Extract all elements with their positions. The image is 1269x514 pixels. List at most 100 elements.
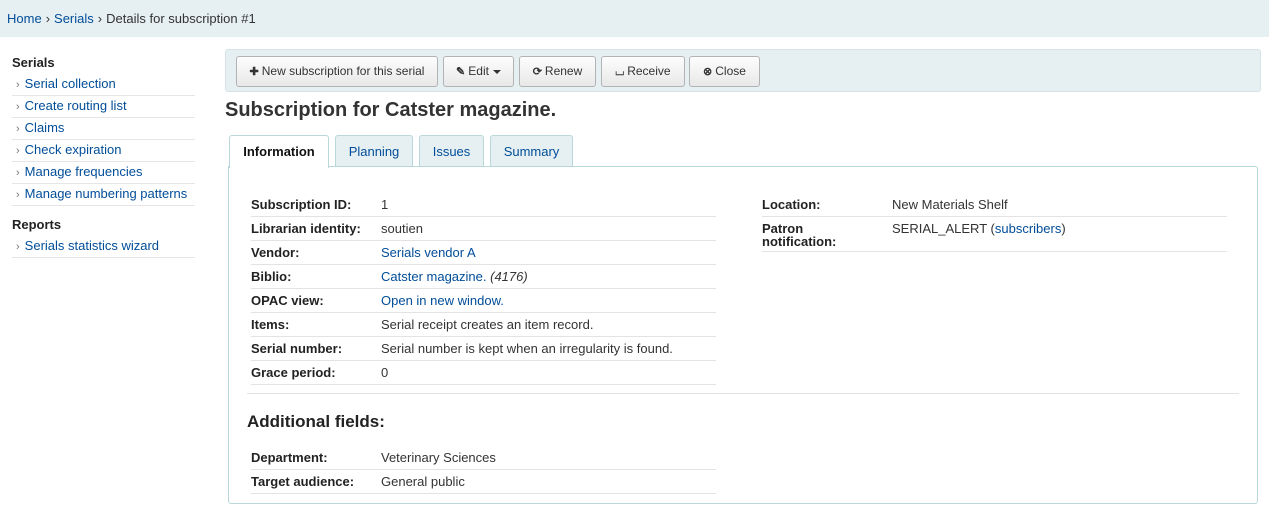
- new-subscription-label: New subscription for this serial: [261, 64, 425, 78]
- breadcrumb-home-link[interactable]: Home: [7, 11, 42, 26]
- detail-row-subscription-id: Subscription ID: 1: [251, 193, 716, 217]
- detail-value: soutien: [381, 221, 423, 236]
- detail-row-serial-number: Serial number: Serial number is kept whe…: [251, 337, 716, 361]
- sidebar-item-serials-statistics-wizard[interactable]: › Serials statistics wizard: [12, 236, 195, 258]
- sidebar-item-label[interactable]: Manage frequencies: [25, 164, 143, 179]
- sidebar-item-check-expiration[interactable]: › Check expiration: [12, 140, 195, 162]
- detail-row-opac: OPAC view: Open in new window.: [251, 289, 716, 313]
- new-subscription-button[interactable]: ✚ New subscription for this serial: [236, 56, 438, 87]
- detail-label: Biblio:: [251, 269, 292, 284]
- detail-row-patron-notification: Patron notification: SERIAL_ALERT (subscr…: [762, 217, 1227, 252]
- sidebar-item-manage-frequencies[interactable]: › Manage frequencies: [12, 162, 195, 184]
- close-circle-icon: ⊗: [703, 66, 713, 78]
- sidebar: Serials › Serial collection › Create routi…: [12, 56, 195, 266]
- detail-label: OPAC view:: [251, 293, 324, 308]
- subscription-details-right: Location: New Materials Shelf Patron noti…: [762, 193, 1227, 252]
- breadcrumb-separator: ›: [45, 11, 51, 26]
- detail-label: Grace period:: [251, 365, 336, 380]
- detail-row-location: Location: New Materials Shelf: [762, 193, 1227, 217]
- breadcrumb-separator: ›: [97, 11, 103, 26]
- breadcrumb: Home › Serials › Details for subscription #1: [0, 0, 1269, 37]
- sidebar-item-label[interactable]: Serials statistics wizard: [25, 238, 159, 253]
- biblio-link[interactable]: Catster magazine.: [381, 269, 487, 284]
- tab-information[interactable]: Information: [229, 135, 329, 168]
- detail-value: Serial number is kept when an irregulari…: [381, 341, 673, 356]
- refresh-icon: ⟳: [532, 66, 542, 78]
- detail-value: Veterinary Sciences: [381, 450, 496, 465]
- chevron-right-icon: ›: [16, 79, 20, 91]
- information-panel: Subscription ID: 1 Librarian identity: s…: [228, 166, 1258, 504]
- close-button[interactable]: ⊗ Close: [689, 56, 760, 87]
- vendor-link[interactable]: Serials vendor A: [381, 245, 476, 260]
- sidebar-heading-serials: Serials: [12, 55, 55, 70]
- sidebar-item-manage-numbering-patterns[interactable]: › Manage numbering patterns: [12, 184, 195, 206]
- chevron-right-icon: ›: [16, 189, 20, 201]
- close-label: Close: [715, 64, 746, 78]
- sidebar-item-create-routing-list[interactable]: › Create routing list: [12, 96, 195, 118]
- section-divider: [247, 393, 1239, 394]
- chevron-right-icon: ›: [16, 167, 20, 179]
- sidebar-item-label[interactable]: Check expiration: [25, 142, 122, 157]
- breadcrumb-serials-link[interactable]: Serials: [54, 11, 94, 26]
- plus-icon: ✚: [249, 66, 259, 78]
- inbox-icon: ⌴: [615, 66, 625, 78]
- detail-label: Vendor:: [251, 245, 300, 260]
- caret-down-icon: [492, 69, 501, 74]
- tab-planning[interactable]: Planning: [335, 135, 413, 167]
- opac-view-link[interactable]: Open in new window.: [381, 293, 504, 308]
- chevron-right-icon: ›: [16, 145, 20, 157]
- detail-row-librarian: Librarian identity: soutien: [251, 217, 716, 241]
- tab-issues[interactable]: Issues: [419, 135, 484, 167]
- pencil-icon: ✎: [456, 66, 466, 78]
- detail-label: Patron notification:: [762, 222, 892, 251]
- sidebar-reports-list: › Serials statistics wizard: [12, 236, 195, 258]
- edit-label: Edit: [468, 64, 489, 78]
- detail-row-department: Department: Veterinary Sciences: [251, 446, 716, 470]
- receive-button[interactable]: ⌴ Receive: [601, 56, 685, 87]
- paren-open: (: [986, 221, 995, 236]
- detail-label: Subscription ID:: [251, 197, 352, 212]
- biblio-number: (4176): [490, 269, 528, 284]
- sidebar-heading-reports: Reports: [12, 217, 62, 232]
- paren-close: ): [1061, 221, 1066, 236]
- detail-label: Target audience:: [251, 474, 355, 489]
- detail-value: 0: [381, 365, 389, 380]
- detail-row-grace-period: Grace period: 0: [251, 361, 716, 385]
- detail-label: Librarian identity:: [251, 221, 361, 236]
- detail-row-target-audience: Target audience: General public: [251, 470, 716, 494]
- sidebar-item-claims[interactable]: › Claims: [12, 118, 195, 140]
- additional-fields-list: Department: Veterinary Sciences Target a…: [251, 446, 716, 494]
- detail-row-biblio: Biblio: Catster magazine. (4176): [251, 265, 716, 289]
- chevron-right-icon: ›: [16, 241, 20, 253]
- patron-notification-value: SERIAL_ALERT: [892, 221, 987, 236]
- detail-label: Serial number:: [251, 341, 343, 356]
- detail-value: Serial receipt creates an item record.: [381, 317, 594, 332]
- breadcrumb-current: Details for subscription #1: [106, 11, 256, 26]
- additional-fields-heading: Additional fields:: [247, 412, 385, 431]
- renew-button[interactable]: ⟳ Renew: [519, 56, 596, 87]
- renew-label: Renew: [544, 64, 583, 78]
- detail-label: Items:: [251, 317, 290, 332]
- chevron-right-icon: ›: [16, 101, 20, 113]
- detail-label: Department:: [251, 450, 328, 465]
- sidebar-item-label[interactable]: Serial collection: [25, 76, 116, 91]
- sidebar-serials-list: › Serial collection › Create routing list …: [12, 74, 195, 206]
- sidebar-item-label[interactable]: Create routing list: [25, 98, 127, 113]
- toolbar: ✚ New subscription for this serial ✎ Edit …: [225, 49, 1261, 92]
- detail-value: 1: [381, 197, 389, 212]
- detail-row-vendor: Vendor: Serials vendor A: [251, 241, 716, 265]
- detail-value: General public: [381, 474, 465, 489]
- detail-value: New Materials Shelf: [892, 197, 1008, 212]
- detail-label: Location:: [762, 197, 821, 212]
- sidebar-item-label[interactable]: Manage numbering patterns: [25, 186, 188, 201]
- edit-dropdown-button[interactable]: ✎ Edit: [443, 56, 514, 87]
- sidebar-item-serial-collection[interactable]: › Serial collection: [12, 74, 195, 96]
- page-title: Subscription for Catster magazine.: [225, 99, 557, 121]
- receive-label: Receive: [627, 64, 671, 78]
- sidebar-item-label[interactable]: Claims: [25, 120, 65, 135]
- chevron-right-icon: ›: [16, 123, 20, 135]
- tab-summary[interactable]: Summary: [490, 135, 573, 167]
- detail-row-items: Items: Serial receipt creates an item re…: [251, 313, 716, 337]
- subscription-details-left: Subscription ID: 1 Librarian identity: s…: [251, 193, 716, 385]
- subscribers-link[interactable]: subscribers: [995, 221, 1061, 236]
